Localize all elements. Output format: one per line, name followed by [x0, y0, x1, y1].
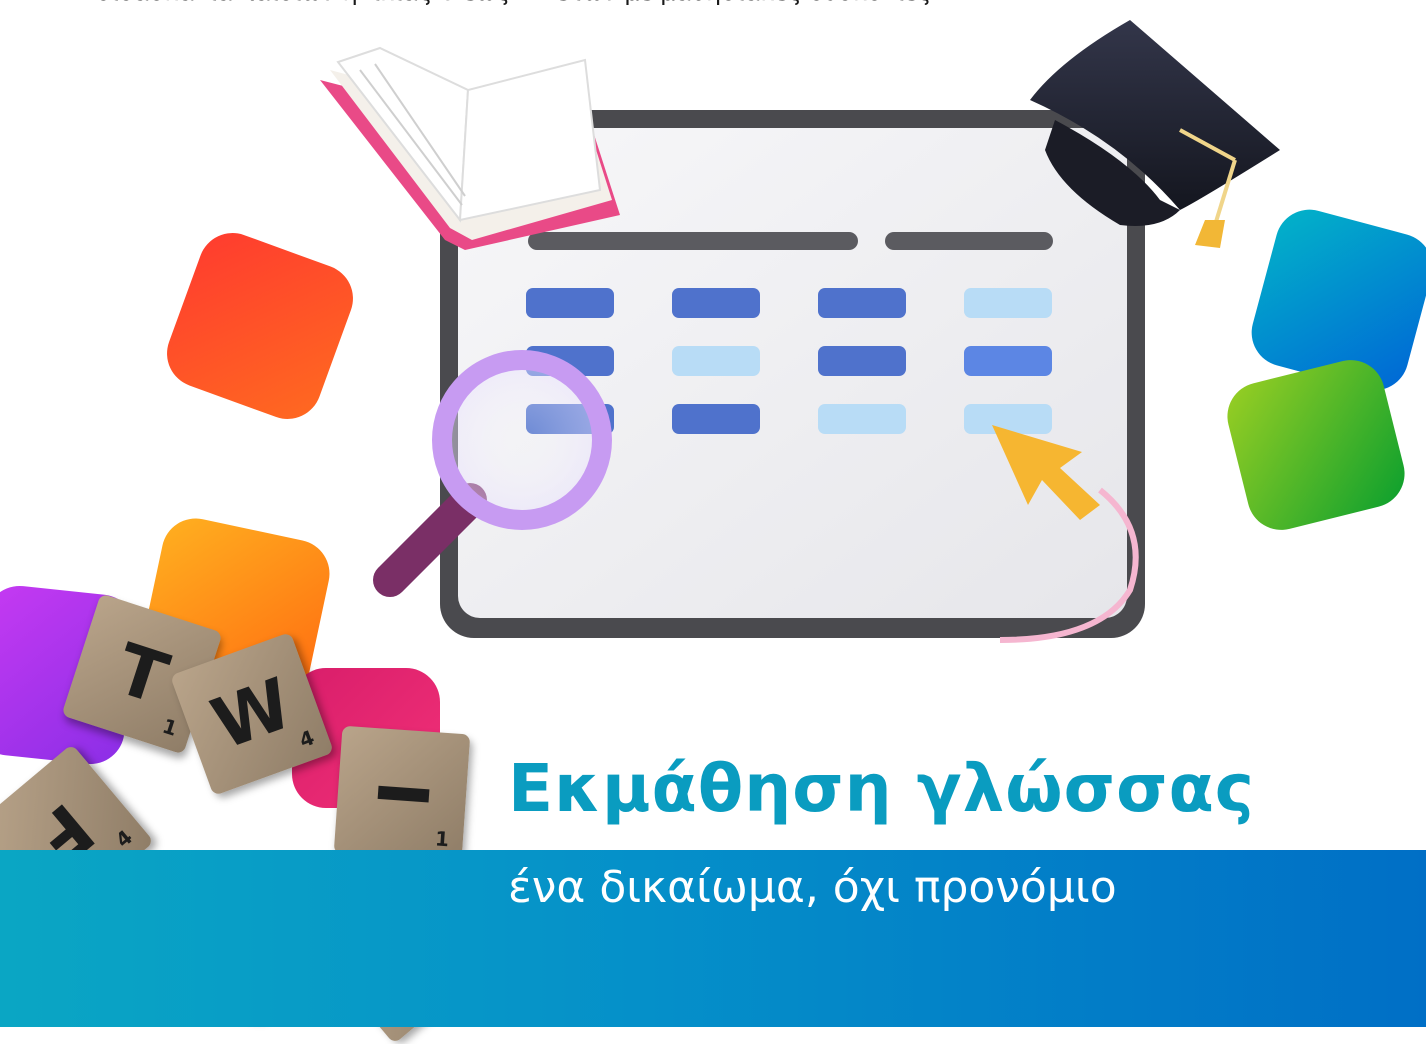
grid-cell: [964, 288, 1052, 318]
subheadline: ένα δικαίωμα, όχι προνόμιο: [508, 862, 1117, 913]
grid-cell: [672, 404, 760, 434]
grid-cell: [818, 404, 906, 434]
tile-number: 1: [434, 826, 450, 852]
letter-tile: I 1: [333, 725, 471, 863]
headline: Εκμάθηση γλώσσας: [508, 750, 1255, 827]
grid-cell: [672, 288, 760, 318]
book-icon: [320, 46, 620, 250]
grid-cell: [526, 288, 614, 318]
grid-cell: [818, 346, 906, 376]
screen-header-bar: [528, 232, 858, 250]
grid-cell: [818, 288, 906, 318]
tile-letter: I: [360, 778, 444, 810]
grid-cell: [964, 346, 1052, 376]
screen-header-bar: [885, 232, 1053, 250]
grid-cell: [964, 404, 1052, 434]
grid-cell: [672, 346, 760, 376]
tablet-illustration: [320, 20, 1280, 643]
